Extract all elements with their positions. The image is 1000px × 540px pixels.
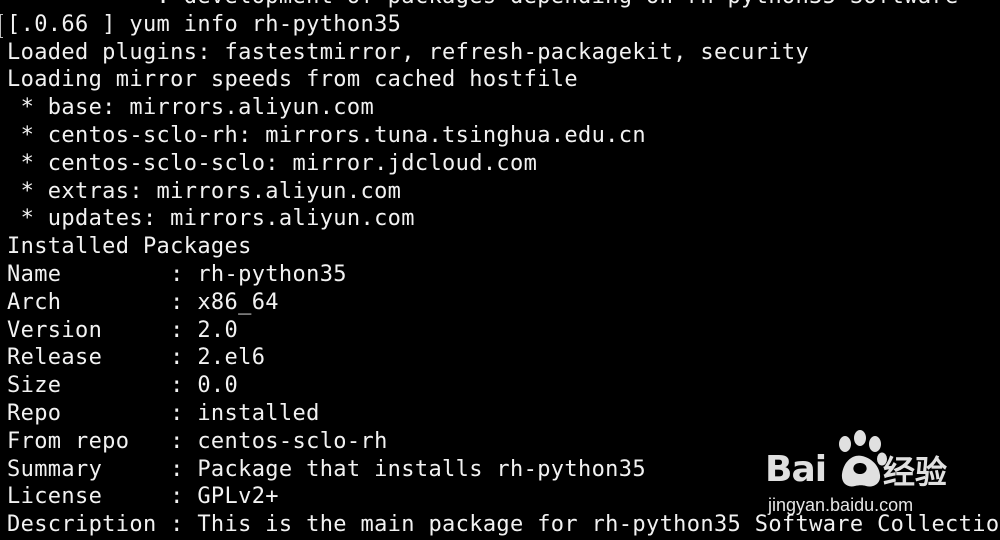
terminal-line-6: * centos-sclo-sclo: mirror.jdcloud.com (7, 150, 538, 176)
baidu-jingyan-watermark: Bai 经验 jingyan.baidu.com (765, 430, 995, 520)
terminal-window[interactable]: : development of packages depending on r… (0, 0, 1000, 540)
terminal-line-0: : development of packages depending on r… (7, 0, 1000, 11)
watermark-jingyan-text: 经验 (883, 453, 948, 491)
terminal-line-14: Size : 0.0 (7, 373, 239, 399)
terminal-line-3: Loading mirror speeds from cached hostfi… (7, 67, 578, 93)
terminal-line-5: * centos-sclo-rh: mirrors.tuna.tsinghua.… (7, 122, 646, 148)
terminal-line-13: Release : 2.el6 (7, 345, 266, 371)
terminal-line-12: Version : 2.0 (7, 317, 239, 343)
terminal-line-11: Arch : x86_64 (7, 289, 279, 315)
baidu-paw-icon (839, 430, 887, 487)
terminal-line-2: Loaded plugins: fastestmirror, refresh-p… (7, 39, 810, 65)
terminal-line-15: Repo : installed (7, 400, 320, 426)
watermark-url: jingyan.baidu.com (768, 495, 914, 515)
terminal-line-10: Name : rh-python35 (7, 261, 347, 287)
terminal-line-9: Installed Packages (7, 234, 252, 260)
terminal-line-command: [.0.66 ] yum info rh-python35 (7, 11, 402, 37)
terminal-line-4: * base: mirrors.aliyun.com (7, 95, 375, 121)
watermark-bai-text: Bai (765, 449, 827, 490)
terminal-line-7: * extras: mirrors.aliyun.com (7, 178, 402, 204)
terminal-left-edge-marker (0, 14, 3, 38)
terminal-line-8: * updates: mirrors.aliyun.com (7, 206, 415, 232)
